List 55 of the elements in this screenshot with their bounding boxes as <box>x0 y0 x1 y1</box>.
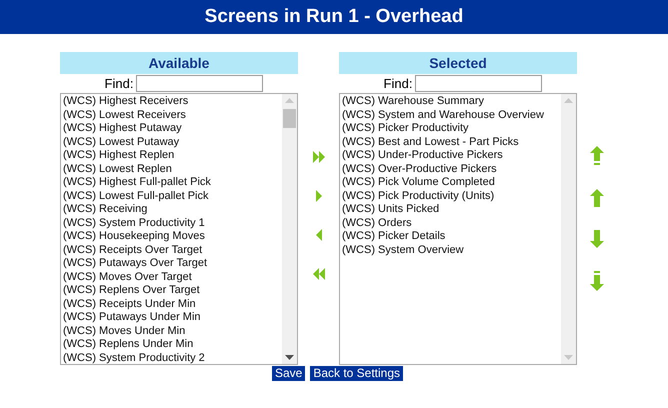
list-item[interactable]: (WCS) Highest Full-pallet Pick <box>61 176 282 190</box>
action-button[interactable]: Back to Settings <box>310 366 404 381</box>
list-item[interactable]: (WCS) System and Warehouse Overview <box>340 108 561 122</box>
list-item[interactable]: (WCS) Over-Productive Pickers <box>340 162 561 176</box>
list-item[interactable]: (WCS) Replens Over Target <box>61 284 282 298</box>
list-item[interactable]: (WCS) Lowest Receivers <box>61 108 282 122</box>
list-item[interactable]: (WCS) Picker Details <box>340 230 561 244</box>
page-title: Screens in Run 1 - Overhead <box>204 6 464 28</box>
list-item[interactable]: (WCS) Pick Productivity (Units) <box>340 190 561 203</box>
list-item[interactable]: (WCS) Best and Lowest - Part Picks <box>340 136 561 149</box>
double-right-arrow-icon[interactable] <box>312 151 324 163</box>
list-item[interactable]: (WCS) Highest Putaway <box>61 122 282 136</box>
list-item[interactable]: (WCS) Moves Over Target <box>61 270 282 284</box>
action-button[interactable]: Save <box>272 366 306 381</box>
list-item[interactable]: (WCS) Highest Replen <box>61 149 282 162</box>
list-item[interactable]: (WCS) System Productivity 2 <box>61 352 282 364</box>
list-item[interactable]: (WCS) Putaways Over Target <box>61 257 282 270</box>
list-item[interactable]: (WCS) Lowest Putaway <box>61 136 282 149</box>
list-item[interactable]: (WCS) Warehouse Summary <box>340 95 561 108</box>
list-item[interactable]: (WCS) Under-Productive Pickers <box>340 149 561 162</box>
scroll-down-icon[interactable] <box>285 355 294 360</box>
list-item[interactable]: (WCS) Putaways Under Min <box>61 311 282 324</box>
list-item[interactable]: (WCS) Lowest Full-pallet Pick <box>61 190 282 203</box>
move-to-bottom-icon[interactable] <box>590 271 604 291</box>
move-to-top-icon[interactable] <box>590 146 604 166</box>
scroll-up-icon[interactable] <box>285 98 294 103</box>
list-item[interactable]: (WCS) Housekeeping Moves <box>61 230 282 244</box>
list-box[interactable] <box>339 93 577 365</box>
find-label: Find: <box>104 76 134 91</box>
list-item[interactable]: (WCS) Receipts Under Min <box>61 298 282 311</box>
scrollbar-thumb[interactable] <box>283 109 296 128</box>
list-item[interactable]: (WCS) Pick Volume Completed <box>340 176 561 190</box>
down-arrow-icon[interactable] <box>590 230 604 248</box>
double-left-arrow-icon[interactable] <box>312 268 324 280</box>
list-item[interactable]: (WCS) System Overview <box>340 244 561 257</box>
scrollbar[interactable] <box>561 94 576 364</box>
list-item[interactable]: (WCS) Lowest Replen <box>61 162 282 176</box>
list-item[interactable]: (WCS) Orders <box>340 216 561 230</box>
list-item[interactable]: (WCS) Receiving <box>61 203 282 216</box>
list-box[interactable] <box>60 93 298 365</box>
scrollbar[interactable] <box>282 94 297 364</box>
find-field[interactable] <box>415 75 542 92</box>
list-item[interactable]: (WCS) Picker Productivity <box>340 122 561 136</box>
list-item[interactable]: (WCS) Moves Under Min <box>61 324 282 338</box>
find-field[interactable] <box>136 75 264 92</box>
list-item[interactable]: (WCS) Replens Under Min <box>61 338 282 352</box>
up-arrow-icon[interactable] <box>590 189 604 207</box>
list-item[interactable]: (WCS) Units Picked <box>340 203 561 216</box>
panel-heading: Available <box>60 52 298 74</box>
find-label: Find: <box>384 76 412 91</box>
list-item[interactable]: (WCS) Highest Receivers <box>61 95 282 108</box>
list-item[interactable]: (WCS) Receipts Over Target <box>61 244 282 257</box>
list-item[interactable]: (WCS) System Productivity 1 <box>61 216 282 230</box>
panel-heading: Selected <box>339 52 577 74</box>
scroll-up-icon[interactable] <box>564 98 573 103</box>
